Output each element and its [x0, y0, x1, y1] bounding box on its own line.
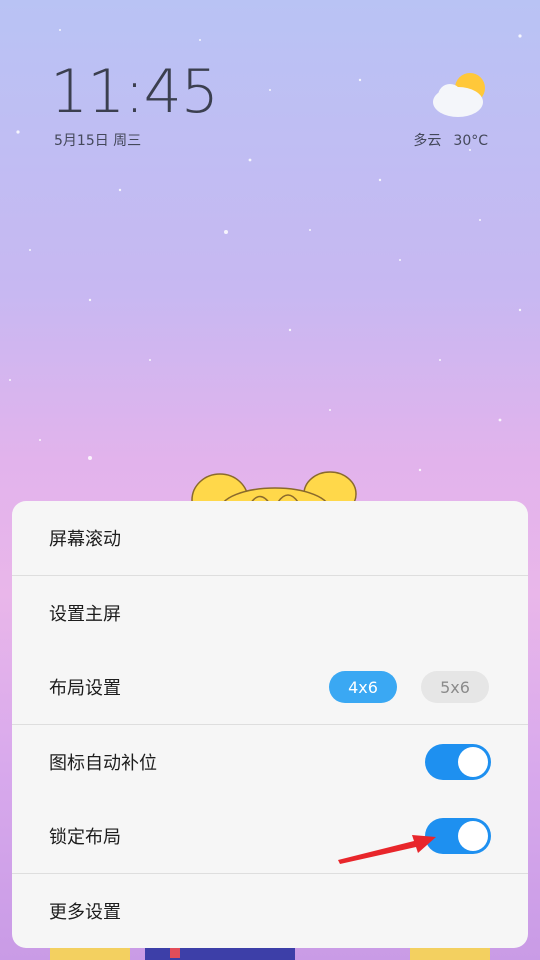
- layout-option-4x6[interactable]: 4x6: [329, 671, 397, 703]
- launcher-settings-menu: 屏幕滚动 设置主屏 布局设置 4x6 5x6 图标自动补位 锁定布局 更多设置: [12, 501, 528, 948]
- menu-item-label: 锁定布局: [49, 827, 121, 848]
- auto-fill-icons-toggle[interactable]: [425, 744, 491, 780]
- partly-cloudy-icon: [433, 73, 485, 117]
- toggle-knob: [458, 821, 488, 851]
- menu-item-label: 设置主屏: [49, 604, 121, 625]
- menu-item-set-home-screen[interactable]: 设置主屏: [12, 576, 528, 650]
- menu-item-label: 更多设置: [49, 902, 121, 923]
- weather-temperature: 30°C: [453, 133, 488, 149]
- weather-info: 多云 30°C: [413, 130, 488, 150]
- menu-item-more-settings[interactable]: 更多设置: [12, 874, 528, 948]
- red-arrow-annotation-icon: [338, 835, 436, 864]
- lockscreen-date: 5月15日 周三: [54, 133, 142, 149]
- layout-option-5x6[interactable]: 5x6: [421, 671, 489, 703]
- menu-item-label: 布局设置: [49, 678, 121, 699]
- weather-condition: 多云: [413, 133, 442, 149]
- menu-item-label: 屏幕滚动: [49, 529, 121, 550]
- lockscreen-clock: 11:45: [50, 57, 219, 127]
- menu-item-screen-scroll[interactable]: 屏幕滚动: [12, 501, 528, 575]
- menu-item-label: 图标自动补位: [49, 753, 157, 774]
- toggle-knob: [458, 747, 488, 777]
